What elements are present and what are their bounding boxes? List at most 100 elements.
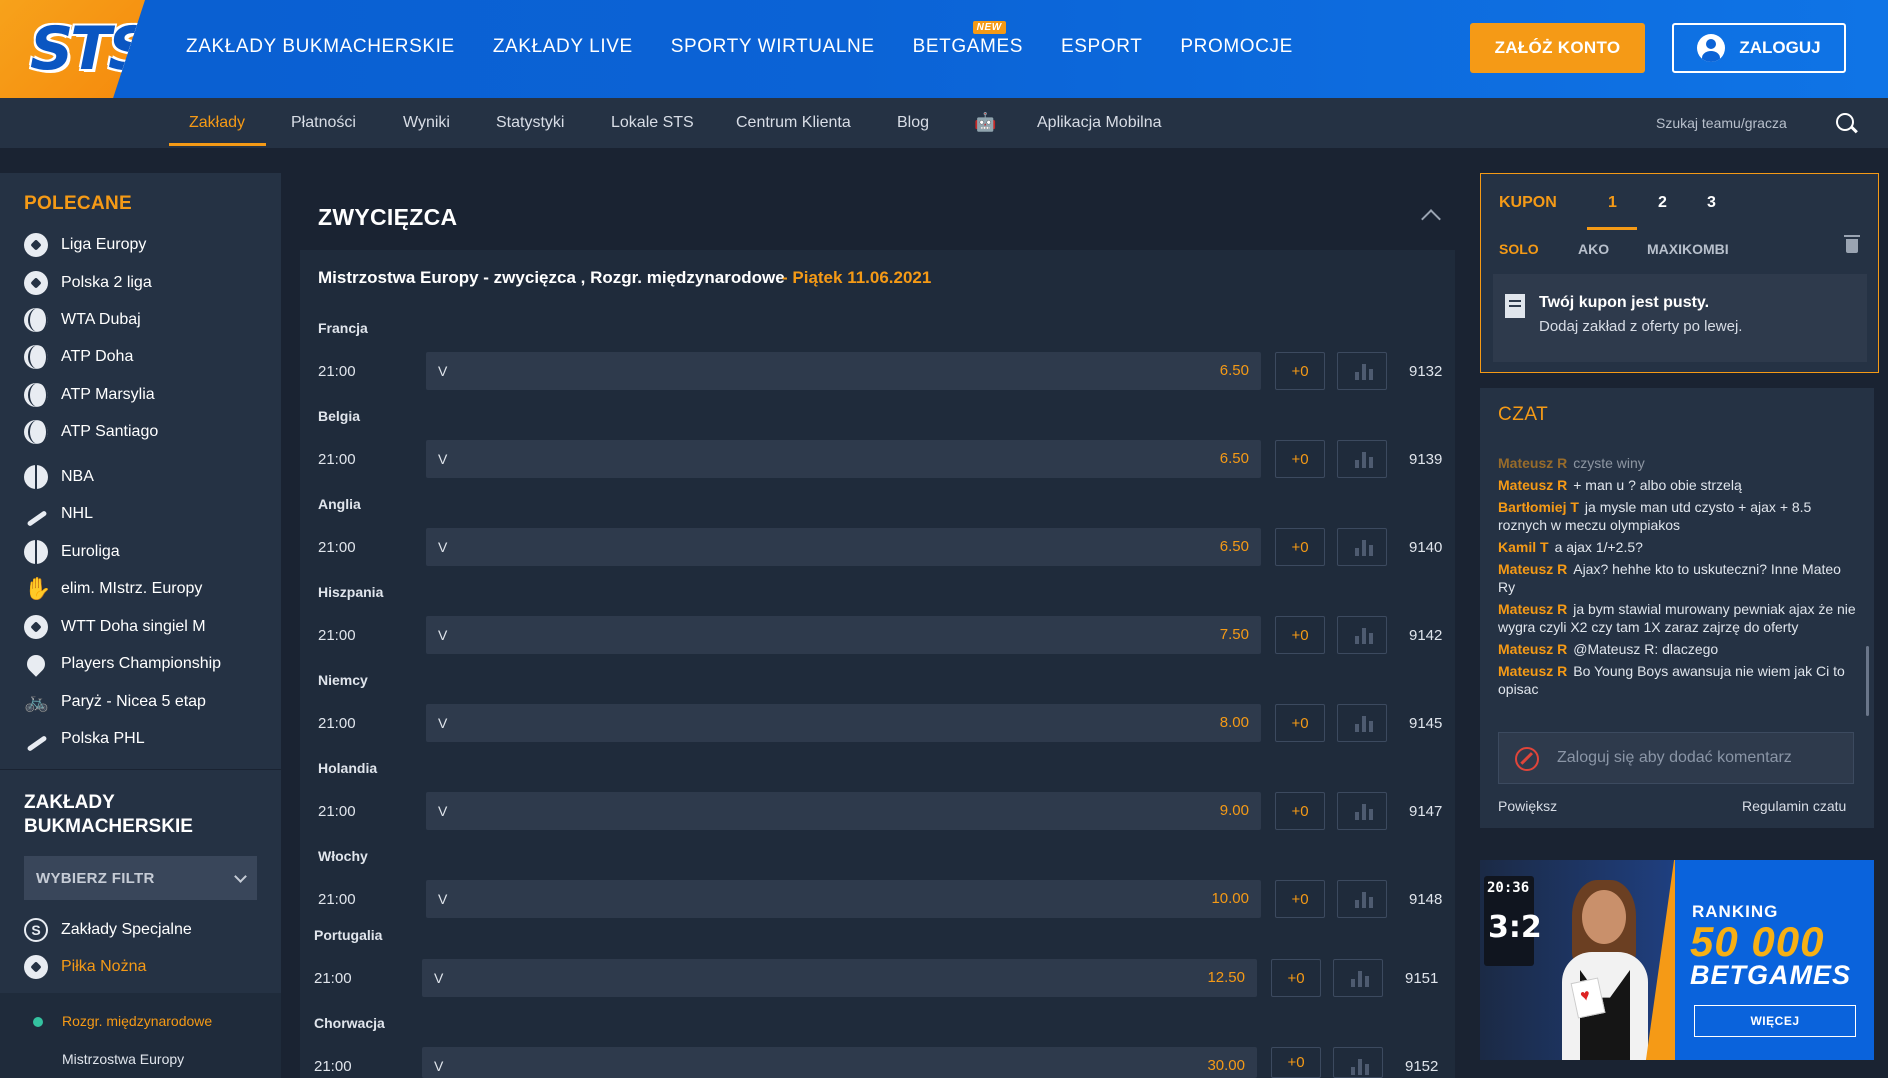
coupon-type-solo[interactable]: SOLO bbox=[1499, 241, 1539, 257]
sidebar-item-football[interactable]: Piłka Nożna bbox=[24, 953, 146, 981]
subnav-payments[interactable]: Płatności bbox=[291, 114, 356, 132]
stats-button[interactable] bbox=[1333, 959, 1383, 997]
sidebar-item-atp-santiago[interactable]: ATP Santiago bbox=[24, 418, 158, 446]
odd-button[interactable]: V 8.00 bbox=[426, 704, 1261, 742]
stats-button[interactable] bbox=[1337, 528, 1387, 566]
chat-user[interactable]: Mateusz R bbox=[1498, 663, 1567, 679]
chat-user[interactable]: Bartłomiej T bbox=[1498, 499, 1579, 515]
more-bets-button[interactable]: +0 bbox=[1275, 880, 1325, 918]
coupon-tab-2[interactable]: 2 bbox=[1658, 194, 1667, 212]
stats-button[interactable] bbox=[1337, 704, 1387, 742]
sidebar-item-nba[interactable]: NBA bbox=[24, 463, 94, 491]
stats-button[interactable] bbox=[1337, 440, 1387, 478]
subnav-statistics[interactable]: Statystyki bbox=[496, 114, 564, 132]
chat-user[interactable]: Mateusz R bbox=[1498, 477, 1567, 493]
sidebar-subitem-euro-championship[interactable]: Mistrzostwa Europy bbox=[62, 1051, 184, 1067]
stats-button[interactable] bbox=[1337, 880, 1387, 918]
sidebar-item-players-championship[interactable]: Players Championship bbox=[23, 650, 221, 678]
bar-chart-icon bbox=[1355, 452, 1373, 468]
subnav-sts-locations[interactable]: Lokale STS bbox=[611, 114, 694, 132]
subnav-bets[interactable]: Zakłady bbox=[189, 114, 245, 132]
coupon-tab-1[interactable]: 1 bbox=[1608, 194, 1617, 212]
banner-more-button[interactable]: WIĘCEJ bbox=[1694, 1005, 1856, 1037]
odd-button[interactable]: V 7.50 bbox=[426, 616, 1261, 654]
chat-user[interactable]: Kamil T bbox=[1498, 539, 1549, 555]
collapse-icon[interactable] bbox=[1421, 209, 1441, 229]
chat-user[interactable]: Mateusz R bbox=[1498, 641, 1567, 657]
more-bets-button[interactable]: +0 bbox=[1275, 352, 1325, 390]
coupon-tab-3[interactable]: 3 bbox=[1707, 194, 1716, 212]
more-bets-button[interactable]: +0 bbox=[1271, 959, 1321, 997]
sidebar-item-wtt-doha[interactable]: WTT Doha singiel M bbox=[24, 613, 206, 641]
main-nav: ZAKŁADY BUKMACHERSKIE ZAKŁADY LIVE SPORT… bbox=[186, 21, 1331, 58]
sidebar-item-paris-nice[interactable]: 🚲 Paryż - Nicea 5 etap bbox=[24, 688, 206, 716]
nav-promotions[interactable]: PROMOCJE bbox=[1180, 36, 1292, 58]
sidebar-item-europa-league[interactable]: Liga Europy bbox=[24, 231, 146, 259]
more-bets-button[interactable]: +0 bbox=[1275, 792, 1325, 830]
bet-label: V bbox=[438, 627, 448, 643]
nav-betgames[interactable]: BETGAMES NEW bbox=[913, 21, 1023, 58]
chat-scrollbar[interactable] bbox=[1866, 646, 1869, 716]
search-icon[interactable] bbox=[1836, 113, 1854, 131]
sidebar-item-euro-qualifiers[interactable]: ✋ elim. MIstrz. Europy bbox=[24, 575, 202, 603]
event-id: 9140 bbox=[1409, 539, 1443, 556]
odd-button[interactable]: V 12.50 bbox=[422, 959, 1257, 997]
odd-button[interactable]: V 6.50 bbox=[426, 528, 1261, 566]
nav-bookmaker-bets[interactable]: ZAKŁADY BUKMACHERSKIE bbox=[186, 36, 455, 58]
sidebar-item-label: Piłka Nożna bbox=[61, 958, 147, 975]
sidebar-item-atp-marseille[interactable]: ATP Marsylia bbox=[24, 381, 155, 409]
stats-button[interactable] bbox=[1337, 352, 1387, 390]
trash-icon[interactable] bbox=[1844, 235, 1860, 253]
odd-button[interactable]: V 6.50 bbox=[426, 352, 1261, 390]
more-bets-button[interactable]: +0 bbox=[1275, 528, 1325, 566]
odd-button[interactable]: V 9.00 bbox=[426, 792, 1261, 830]
chat-user[interactable]: Mateusz R bbox=[1498, 601, 1567, 617]
coupon-type-maxikombi[interactable]: MAXIKOMBI bbox=[1647, 241, 1729, 257]
stats-button[interactable] bbox=[1337, 792, 1387, 830]
subnav-blog[interactable]: Blog bbox=[897, 114, 929, 132]
nav-esport[interactable]: ESPORT bbox=[1061, 36, 1142, 58]
search-input[interactable]: Szukaj teamu/gracza bbox=[1656, 115, 1787, 131]
sidebar-item-polska-phl[interactable]: Polska PHL bbox=[24, 725, 145, 753]
more-bets-button[interactable]: +0 bbox=[1275, 704, 1325, 742]
logo[interactable]: STS bbox=[0, 0, 145, 98]
promo-banner[interactable]: 20:36 3:2 RANKING 50 000 BETGAMES WIĘCEJ bbox=[1480, 860, 1874, 1060]
chat-user[interactable]: Mateusz R bbox=[1498, 561, 1567, 577]
subnav-customer-center[interactable]: Centrum Klienta bbox=[736, 114, 851, 132]
event-id: 9148 bbox=[1409, 891, 1443, 908]
tennis-ball-icon bbox=[24, 308, 48, 332]
nav-virtual-sports[interactable]: SPORTY WIRTUALNE bbox=[671, 36, 875, 58]
sidebar-subitem-international[interactable]: Rozgr. międzynarodowe bbox=[62, 1013, 212, 1029]
more-bets-button[interactable]: +0 bbox=[1271, 1047, 1321, 1078]
sidebar-item-atp-doha[interactable]: ATP Doha bbox=[24, 343, 133, 371]
nav-live-bets[interactable]: ZAKŁADY LIVE bbox=[493, 36, 633, 58]
bar-chart-icon bbox=[1355, 364, 1373, 380]
sidebar-item-special-bets[interactable]: S Zakłady Specjalne bbox=[24, 916, 192, 944]
login-button[interactable]: ZALOGUJ bbox=[1672, 23, 1846, 73]
stats-button[interactable] bbox=[1333, 1047, 1383, 1078]
chat-messages[interactable]: Mateusz R czyste winy Mateusz R + man u ? … bbox=[1498, 454, 1858, 704]
subnav-mobile-app[interactable]: Aplikacja Mobilna bbox=[1037, 114, 1162, 132]
odd-button[interactable]: V 6.50 bbox=[426, 440, 1261, 478]
sidebar-item-poland-2-league[interactable]: Polska 2 liga bbox=[24, 269, 152, 297]
bet-label: V bbox=[438, 803, 448, 819]
odd-button[interactable]: V 30.00 bbox=[422, 1047, 1257, 1078]
more-bets-button[interactable]: +0 bbox=[1275, 440, 1325, 478]
sidebar-item-euroleague[interactable]: Euroliga bbox=[24, 538, 120, 566]
chat-expand-link[interactable]: Powiększ bbox=[1498, 798, 1557, 814]
chat-input[interactable]: Zaloguj się aby dodać komentarz bbox=[1498, 732, 1854, 784]
sidebar-item-nhl[interactable]: NHL bbox=[24, 500, 93, 528]
tennis-ball-icon bbox=[24, 345, 48, 369]
banner-amount: 50 000 bbox=[1690, 918, 1825, 965]
more-bets-button[interactable]: +0 bbox=[1275, 616, 1325, 654]
register-button[interactable]: ZAŁÓŻ KONTO bbox=[1470, 23, 1645, 73]
subnav-results[interactable]: Wyniki bbox=[403, 114, 450, 132]
filter-dropdown[interactable]: WYBIERZ FILTR bbox=[24, 856, 257, 900]
sidebar-item-wta-dubai[interactable]: WTA Dubaj bbox=[24, 306, 141, 334]
odd-button[interactable]: V 10.00 bbox=[426, 880, 1261, 918]
android-icon[interactable]: 🤖 bbox=[974, 112, 996, 133]
chat-rules-link[interactable]: Regulamin czatu bbox=[1742, 798, 1846, 814]
coupon-type-ako[interactable]: AKO bbox=[1578, 241, 1609, 257]
chat-user[interactable]: Mateusz R bbox=[1498, 455, 1567, 471]
stats-button[interactable] bbox=[1337, 616, 1387, 654]
